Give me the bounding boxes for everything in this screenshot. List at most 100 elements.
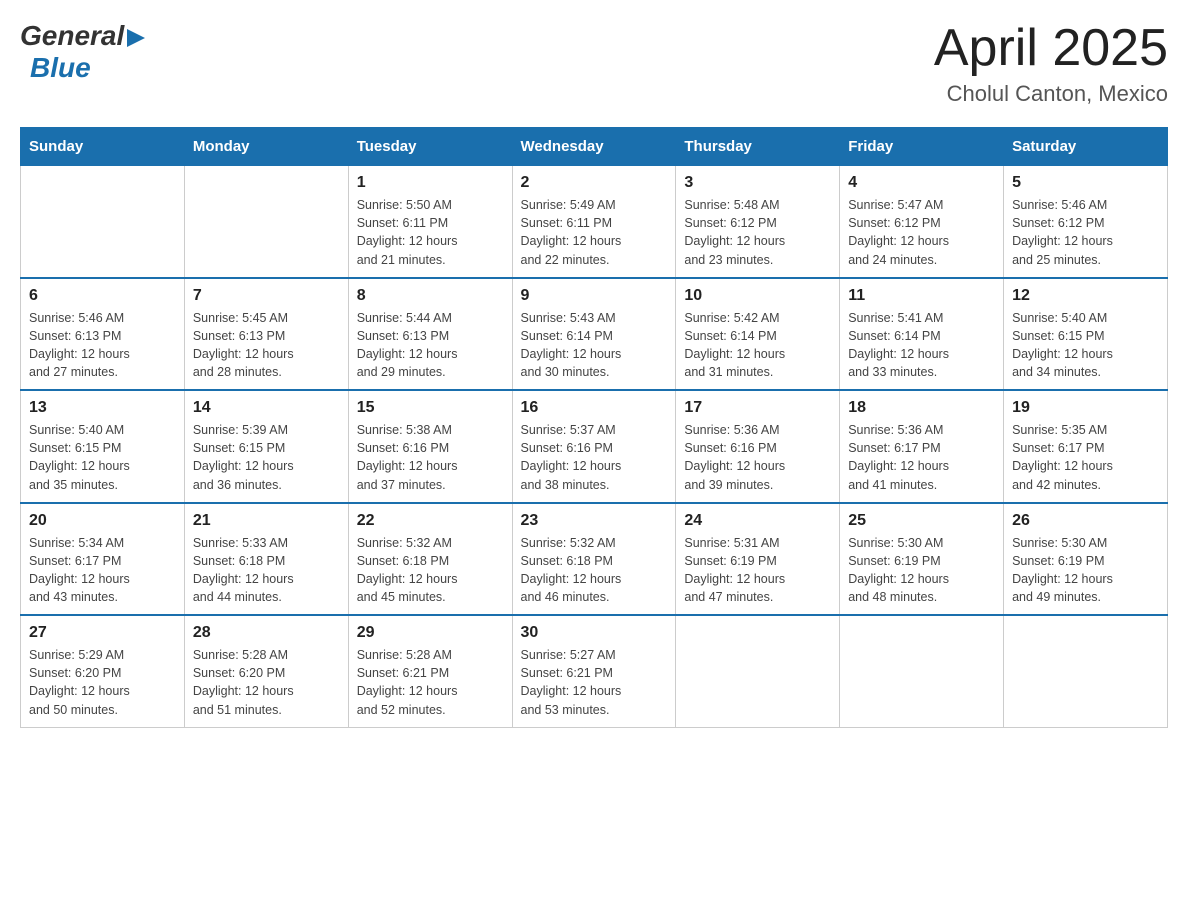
day-info: Sunrise: 5:36 AM Sunset: 6:17 PM Dayligh…	[848, 421, 995, 494]
calendar-cell: 10 Sunrise: 5:42 AM Sunset: 6:14 PM Dayli…	[676, 278, 840, 391]
calendar-cell: 13 Sunrise: 5:40 AM Sunset: 6:15 PM Dayli…	[21, 390, 185, 503]
calendar-cell	[21, 166, 185, 278]
day-info: Sunrise: 5:40 AM Sunset: 6:15 PM Dayligh…	[1012, 309, 1159, 382]
day-number: 20	[29, 512, 176, 530]
calendar-week-row: 1Sunrise: 5:50 AM Sunset: 6:11 PM Daylig…	[21, 166, 1168, 278]
calendar-week-row: 20 Sunrise: 5:34 AM Sunset: 6:17 PM Dayli…	[21, 503, 1168, 616]
day-info: Sunrise: 5:31 AM Sunset: 6:19 PM Dayligh…	[684, 534, 831, 607]
day-number: 14	[193, 399, 340, 417]
day-number: 6	[29, 287, 176, 305]
col-thursday: Thursday	[676, 128, 840, 166]
logo-blue: Blue	[30, 52, 91, 84]
calendar-cell: 7 Sunrise: 5:45 AM Sunset: 6:13 PM Daylig…	[184, 278, 348, 391]
col-monday: Monday	[184, 128, 348, 166]
day-info: Sunrise: 5:42 AM Sunset: 6:14 PM Dayligh…	[684, 309, 831, 382]
day-number: 10	[684, 287, 831, 305]
calendar-cell: 22Sunrise: 5:32 AM Sunset: 6:18 PM Dayli…	[348, 503, 512, 616]
day-number: 7	[193, 287, 340, 305]
calendar-cell: 25Sunrise: 5:30 AM Sunset: 6:19 PM Dayli…	[840, 503, 1004, 616]
day-info: Sunrise: 5:38 AM Sunset: 6:16 PM Dayligh…	[357, 421, 504, 494]
calendar-cell	[676, 615, 840, 727]
day-info: Sunrise: 5:43 AM Sunset: 6:14 PM Dayligh…	[521, 309, 668, 382]
day-number: 24	[684, 512, 831, 530]
calendar-week-row: 6 Sunrise: 5:46 AM Sunset: 6:13 PM Daylig…	[21, 278, 1168, 391]
day-info: Sunrise: 5:33 AM Sunset: 6:18 PM Dayligh…	[193, 534, 340, 607]
calendar-cell: 24 Sunrise: 5:31 AM Sunset: 6:19 PM Dayli…	[676, 503, 840, 616]
day-info: Sunrise: 5:45 AM Sunset: 6:13 PM Dayligh…	[193, 309, 340, 382]
day-number: 23	[521, 512, 668, 530]
calendar-cell	[184, 166, 348, 278]
day-number: 13	[29, 399, 176, 417]
col-wednesday: Wednesday	[512, 128, 676, 166]
day-info: Sunrise: 5:28 AM Sunset: 6:20 PM Dayligh…	[193, 646, 340, 719]
calendar-cell: 20 Sunrise: 5:34 AM Sunset: 6:17 PM Dayli…	[21, 503, 185, 616]
page-header: General Blue April 2025 Cholul Canton, M…	[20, 20, 1168, 107]
day-number: 12	[1012, 287, 1159, 305]
day-info: Sunrise: 5:50 AM Sunset: 6:11 PM Dayligh…	[357, 196, 504, 269]
day-info: Sunrise: 5:46 AM Sunset: 6:12 PM Dayligh…	[1012, 196, 1159, 269]
day-info: Sunrise: 5:35 AM Sunset: 6:17 PM Dayligh…	[1012, 421, 1159, 494]
calendar-cell: 1Sunrise: 5:50 AM Sunset: 6:11 PM Daylig…	[348, 166, 512, 278]
col-sunday: Sunday	[21, 128, 185, 166]
day-number: 27	[29, 624, 176, 642]
day-info: Sunrise: 5:30 AM Sunset: 6:19 PM Dayligh…	[1012, 534, 1159, 607]
day-number: 9	[521, 287, 668, 305]
day-number: 18	[848, 399, 995, 417]
day-info: Sunrise: 5:30 AM Sunset: 6:19 PM Dayligh…	[848, 534, 995, 607]
day-number: 30	[521, 624, 668, 642]
day-number: 22	[357, 512, 504, 530]
day-info: Sunrise: 5:46 AM Sunset: 6:13 PM Dayligh…	[29, 309, 176, 382]
col-saturday: Saturday	[1004, 128, 1168, 166]
day-number: 4	[848, 174, 995, 192]
calendar-cell: 27 Sunrise: 5:29 AM Sunset: 6:20 PM Dayli…	[21, 615, 185, 727]
calendar-cell: 5 Sunrise: 5:46 AM Sunset: 6:12 PM Daylig…	[1004, 166, 1168, 278]
calendar-cell: 17 Sunrise: 5:36 AM Sunset: 6:16 PM Dayli…	[676, 390, 840, 503]
col-friday: Friday	[840, 128, 1004, 166]
day-number: 3	[684, 174, 831, 192]
calendar-cell: 19 Sunrise: 5:35 AM Sunset: 6:17 PM Dayli…	[1004, 390, 1168, 503]
calendar-table: Sunday Monday Tuesday Wednesday Thursday…	[20, 127, 1168, 728]
page-subtitle: Cholul Canton, Mexico	[934, 81, 1168, 107]
day-info: Sunrise: 5:34 AM Sunset: 6:17 PM Dayligh…	[29, 534, 176, 607]
calendar-week-row: 27 Sunrise: 5:29 AM Sunset: 6:20 PM Dayli…	[21, 615, 1168, 727]
day-info: Sunrise: 5:37 AM Sunset: 6:16 PM Dayligh…	[521, 421, 668, 494]
calendar-cell: 8 Sunrise: 5:44 AM Sunset: 6:13 PM Daylig…	[348, 278, 512, 391]
calendar-cell: 30 Sunrise: 5:27 AM Sunset: 6:21 PM Dayli…	[512, 615, 676, 727]
day-number: 11	[848, 287, 995, 305]
col-tuesday: Tuesday	[348, 128, 512, 166]
page-title: April 2025	[934, 20, 1168, 77]
logo: General Blue	[20, 20, 145, 84]
logo-arrow-icon	[127, 29, 145, 47]
calendar-cell: 12 Sunrise: 5:40 AM Sunset: 6:15 PM Dayli…	[1004, 278, 1168, 391]
day-info: Sunrise: 5:28 AM Sunset: 6:21 PM Dayligh…	[357, 646, 504, 719]
day-info: Sunrise: 5:44 AM Sunset: 6:13 PM Dayligh…	[357, 309, 504, 382]
day-number: 8	[357, 287, 504, 305]
calendar-cell: 3 Sunrise: 5:48 AM Sunset: 6:12 PM Daylig…	[676, 166, 840, 278]
day-number: 16	[521, 399, 668, 417]
calendar-cell: 21 Sunrise: 5:33 AM Sunset: 6:18 PM Dayli…	[184, 503, 348, 616]
day-number: 17	[684, 399, 831, 417]
calendar-cell: 16 Sunrise: 5:37 AM Sunset: 6:16 PM Dayli…	[512, 390, 676, 503]
day-info: Sunrise: 5:40 AM Sunset: 6:15 PM Dayligh…	[29, 421, 176, 494]
calendar-cell: 28Sunrise: 5:28 AM Sunset: 6:20 PM Dayli…	[184, 615, 348, 727]
day-number: 15	[357, 399, 504, 417]
calendar-cell: 11Sunrise: 5:41 AM Sunset: 6:14 PM Dayli…	[840, 278, 1004, 391]
calendar-cell	[1004, 615, 1168, 727]
calendar-cell: 18 Sunrise: 5:36 AM Sunset: 6:17 PM Dayli…	[840, 390, 1004, 503]
calendar-cell: 9 Sunrise: 5:43 AM Sunset: 6:14 PM Daylig…	[512, 278, 676, 391]
day-number: 5	[1012, 174, 1159, 192]
day-number: 2	[521, 174, 668, 192]
calendar-cell	[840, 615, 1004, 727]
day-info: Sunrise: 5:36 AM Sunset: 6:16 PM Dayligh…	[684, 421, 831, 494]
calendar-week-row: 13 Sunrise: 5:40 AM Sunset: 6:15 PM Dayli…	[21, 390, 1168, 503]
day-info: Sunrise: 5:29 AM Sunset: 6:20 PM Dayligh…	[29, 646, 176, 719]
day-info: Sunrise: 5:27 AM Sunset: 6:21 PM Dayligh…	[521, 646, 668, 719]
calendar-cell: 15 Sunrise: 5:38 AM Sunset: 6:16 PM Dayli…	[348, 390, 512, 503]
day-info: Sunrise: 5:32 AM Sunset: 6:18 PM Dayligh…	[521, 534, 668, 607]
day-number: 21	[193, 512, 340, 530]
day-number: 26	[1012, 512, 1159, 530]
day-info: Sunrise: 5:48 AM Sunset: 6:12 PM Dayligh…	[684, 196, 831, 269]
day-info: Sunrise: 5:49 AM Sunset: 6:11 PM Dayligh…	[521, 196, 668, 269]
day-info: Sunrise: 5:39 AM Sunset: 6:15 PM Dayligh…	[193, 421, 340, 494]
day-number: 19	[1012, 399, 1159, 417]
